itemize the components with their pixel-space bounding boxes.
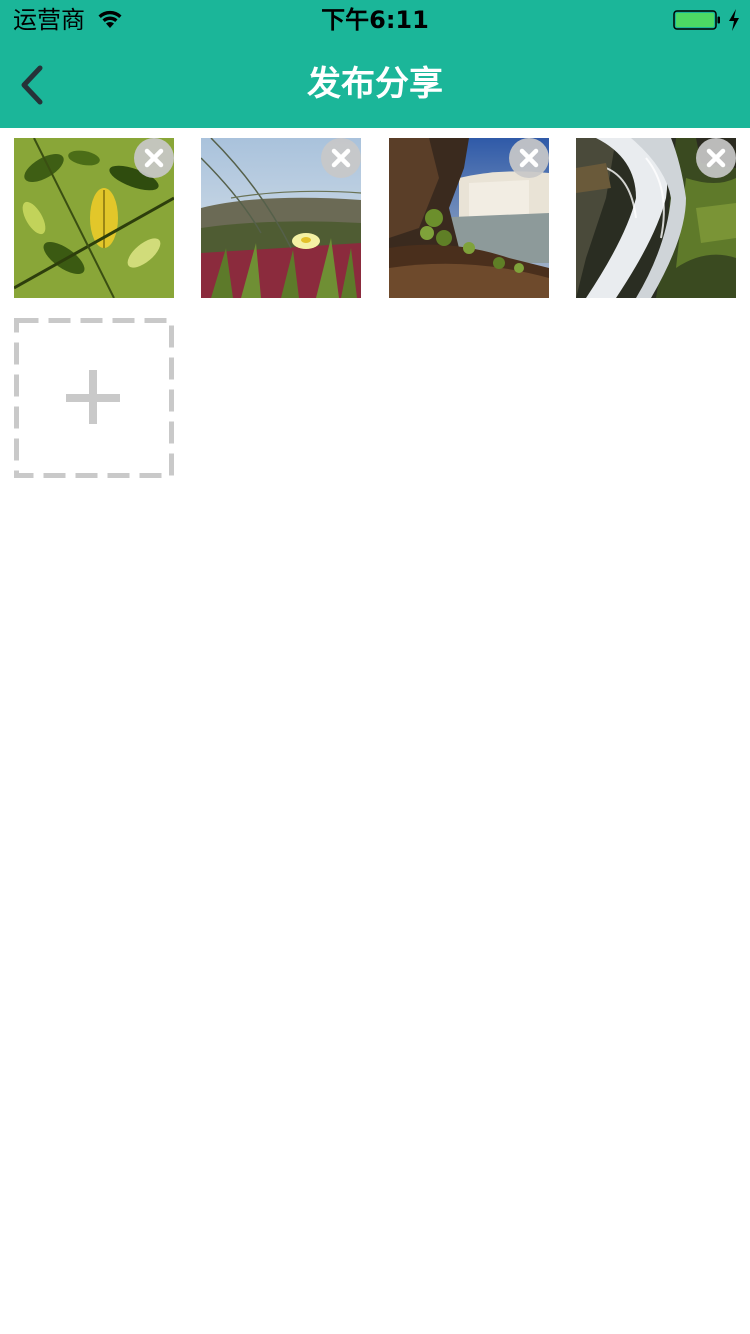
status-time: 下午6:11 (321, 6, 429, 34)
add-photo-button[interactable] (14, 318, 174, 478)
photo-thumbnail[interactable] (576, 138, 736, 298)
plus-icon (14, 318, 174, 478)
close-icon (706, 148, 726, 168)
close-icon (331, 148, 351, 168)
remove-photo-button[interactable] (696, 138, 736, 178)
charging-bolt-icon (729, 9, 739, 31)
header: 运营商 下午6:11 发布分享 (0, 0, 750, 128)
page-title: 发布分享 (307, 64, 443, 104)
remove-photo-button[interactable] (321, 138, 361, 178)
photo-thumbnail[interactable] (201, 138, 361, 298)
battery-icon (673, 10, 720, 30)
status-bar: 运营商 下午6:11 (0, 0, 750, 40)
photo-thumbnail[interactable] (389, 138, 549, 298)
photo-thumbnail[interactable] (14, 138, 174, 298)
close-icon (519, 148, 539, 168)
navigation-bar: 发布分享 (0, 40, 750, 128)
close-icon (144, 148, 164, 168)
remove-photo-button[interactable] (509, 138, 549, 178)
remove-photo-button[interactable] (134, 138, 174, 178)
